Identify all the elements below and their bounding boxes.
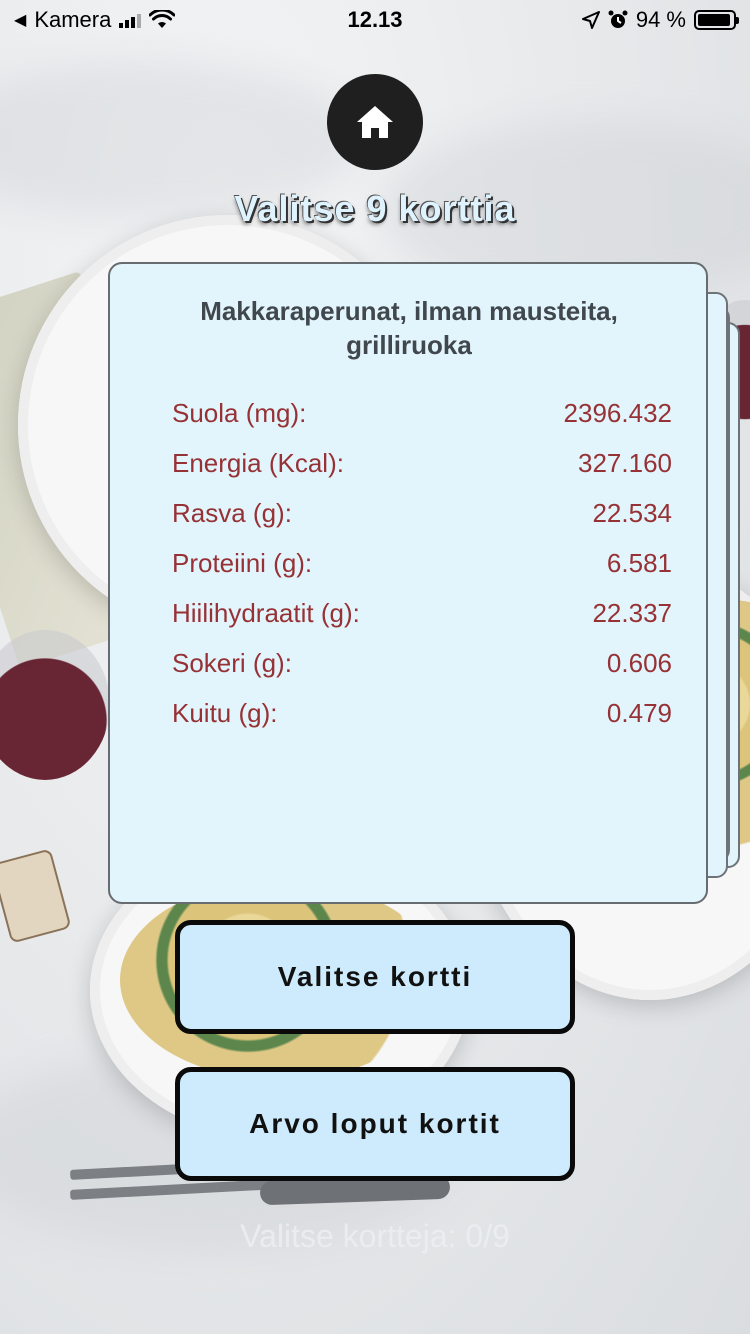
nutrient-label: Sokeri (g): bbox=[172, 648, 292, 678]
wifi-icon bbox=[149, 10, 176, 28]
nutrient-value: 22.337 bbox=[592, 598, 672, 628]
nutrient-value: 22.534 bbox=[592, 498, 672, 528]
battery-icon bbox=[694, 10, 739, 30]
nutrient-value: 0.606 bbox=[606, 648, 672, 678]
nutrient-value: 0.479 bbox=[606, 698, 672, 728]
selection-counter: Valitse kortteja: 0/9 bbox=[240, 1218, 510, 1254]
cellular-signal-icon bbox=[119, 12, 142, 28]
back-app-label: Kamera bbox=[34, 7, 112, 32]
nutrient-label: Hiilihydraatit (g): bbox=[172, 598, 360, 628]
nutrient-row: Proteiini (g): 6.581 bbox=[172, 546, 672, 596]
nutrient-row: Rasva (g): 22.534 bbox=[172, 496, 672, 546]
home-icon bbox=[357, 106, 393, 138]
select-card-button[interactable]: Valitse kortti bbox=[175, 920, 575, 1034]
nutrient-label: Energia (Kcal): bbox=[172, 448, 344, 478]
status-bar: ◀ Kamera 12.13 94 % bbox=[0, 0, 750, 40]
nutrient-label: Suola (mg): bbox=[172, 398, 307, 428]
nutrient-label: Proteiini (g): bbox=[172, 548, 313, 578]
nutrient-list: Suola (mg): 2396.432 Energia (Kcal): 327… bbox=[172, 396, 672, 746]
randomize-remaining-button[interactable]: Arvo loput kortit bbox=[175, 1067, 575, 1181]
nutrient-value: 6.581 bbox=[606, 548, 672, 578]
nutrient-row: Sokeri (g): 0.606 bbox=[172, 646, 672, 696]
nutrient-row: Energia (Kcal): 327.160 bbox=[172, 446, 672, 496]
alarm-clock-icon bbox=[608, 10, 628, 28]
home-button[interactable] bbox=[327, 74, 423, 170]
nutrient-row: Kuitu (g): 0.479 bbox=[172, 696, 672, 746]
back-to-app[interactable]: ◀ Kamera bbox=[14, 7, 176, 33]
nutrient-row: Suola (mg): 2396.432 bbox=[172, 396, 672, 446]
location-arrow-icon bbox=[581, 11, 600, 29]
battery-percent: 94 % bbox=[635, 7, 686, 32]
back-triangle-icon: ◀ bbox=[14, 12, 27, 29]
nutrient-label: Kuitu (g): bbox=[172, 698, 278, 728]
nutrient-value: 327.160 bbox=[578, 448, 672, 478]
page-title: Valitse 9 korttia bbox=[234, 188, 516, 229]
nutrient-label: Rasva (g): bbox=[172, 498, 292, 528]
food-card[interactable]: Makkaraperunat, ilman mausteita, grillir… bbox=[108, 262, 708, 904]
battery-level bbox=[698, 14, 730, 26]
nutrient-row: Hiilihydraatit (g): 22.337 bbox=[172, 596, 672, 646]
food-card-title: Makkaraperunat, ilman mausteita, grillir… bbox=[200, 296, 618, 360]
nutrient-value: 2396.432 bbox=[563, 398, 672, 428]
